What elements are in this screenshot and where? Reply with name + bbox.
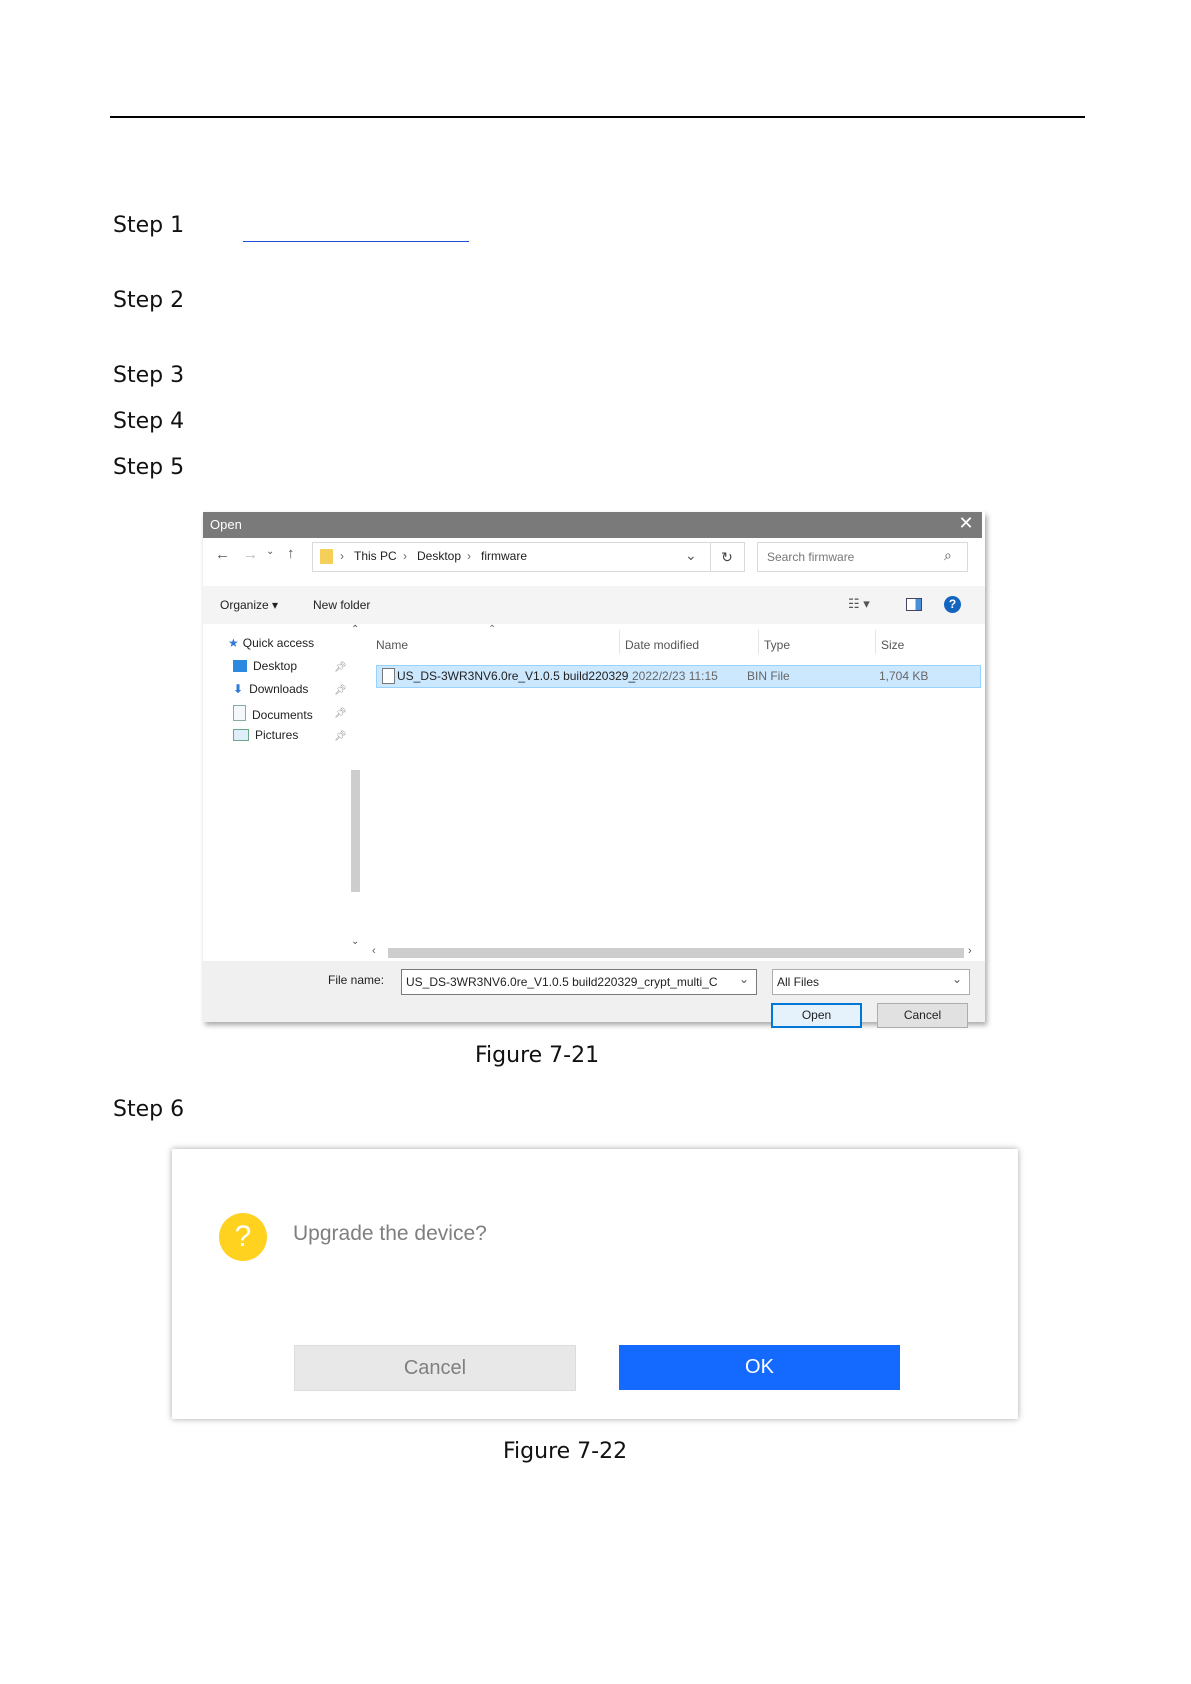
sidebar-item-documents[interactable]: Documents bbox=[233, 705, 313, 722]
column-divider[interactable] bbox=[619, 630, 620, 654]
sidebar-item-downloads[interactable]: ⬇ Downloads bbox=[233, 682, 308, 696]
search-icon[interactable]: ⌕ bbox=[944, 547, 952, 564]
folder-icon bbox=[320, 549, 333, 564]
pin-icon: 📌︎ bbox=[334, 731, 347, 742]
navigation-pane: ★ Quick access Desktop 📌︎ ⬇ Downloads 📌︎ D… bbox=[203, 624, 363, 954]
cancel-button[interactable]: Cancel bbox=[877, 1003, 968, 1028]
step-2-label: Step 2 bbox=[113, 288, 185, 313]
dialog-title: Open bbox=[210, 517, 242, 532]
breadcrumb-this-pc[interactable]: This PC bbox=[354, 549, 397, 563]
navigation-scrollbar[interactable]: ⌃ ⌄ bbox=[347, 624, 364, 954]
sidebar-item-desktop[interactable]: Desktop bbox=[233, 659, 297, 673]
dialog-footer: File name: US_DS-3WR3NV6.0re_V1.0.5 buil… bbox=[203, 961, 985, 1028]
step-3-label: Step 3 bbox=[113, 363, 185, 388]
scroll-up-icon[interactable]: ⌃ bbox=[351, 624, 359, 635]
file-row[interactable]: US_DS-3WR3NV6.0re_V1.0.5 build220329_ 20… bbox=[376, 665, 981, 688]
question-icon: ? bbox=[219, 1213, 267, 1261]
step-6-label: Step 6 bbox=[113, 1097, 185, 1122]
file-icon bbox=[382, 668, 395, 684]
search-input[interactable]: Search firmware bbox=[767, 550, 854, 564]
confirm-cancel-button[interactable]: Cancel bbox=[294, 1345, 576, 1391]
file-date-modified: 2022/2/23 11:15 bbox=[632, 669, 718, 683]
confirm-message: Upgrade the device? bbox=[293, 1222, 487, 1245]
documents-icon bbox=[233, 705, 246, 721]
column-header-size[interactable]: Size bbox=[881, 638, 904, 652]
dialog-title-bar: Open ✕ bbox=[203, 512, 982, 538]
forward-arrow-icon[interactable]: → bbox=[243, 546, 258, 563]
scrollbar-thumb[interactable] bbox=[388, 948, 964, 958]
download-icon: ⬇ bbox=[233, 682, 244, 696]
scroll-down-icon[interactable]: ⌄ bbox=[351, 936, 359, 947]
sidebar-item-quick-access[interactable]: ★ Quick access bbox=[228, 636, 314, 650]
scrollbar-thumb[interactable] bbox=[351, 770, 360, 892]
figure-7-21-caption: Figure 7-21 bbox=[475, 1043, 600, 1068]
back-arrow-icon[interactable]: ← bbox=[215, 546, 230, 563]
step-1-link-underline[interactable] bbox=[243, 241, 469, 242]
search-box[interactable]: Search firmware ⌕ bbox=[757, 542, 968, 572]
column-header-date-modified[interactable]: Date modified bbox=[625, 638, 699, 652]
help-icon[interactable]: ? bbox=[944, 596, 961, 613]
file-type-value: All Files bbox=[777, 975, 820, 989]
sort-ascending-icon: ⌃ bbox=[488, 624, 497, 635]
file-name-value: US_DS-3WR3NV6.0re_V1.0.5 build220329_cry… bbox=[406, 975, 718, 989]
command-bar: Organize ▾ New folder ☷ ▾ ? bbox=[203, 586, 985, 624]
chevron-down-icon[interactable]: ⌄ bbox=[739, 972, 749, 986]
figure-7-22-caption: Figure 7-22 bbox=[503, 1439, 628, 1464]
close-icon[interactable]: ✕ bbox=[955, 513, 977, 534]
file-type: BIN File bbox=[747, 669, 790, 683]
breadcrumb-firmware[interactable]: firmware bbox=[481, 549, 527, 563]
file-name-label: File name: bbox=[328, 973, 385, 987]
file-name: US_DS-3WR3NV6.0re_V1.0.5 build220329_ bbox=[397, 669, 636, 683]
column-header-type[interactable]: Type bbox=[764, 638, 790, 652]
breadcrumb-separator-icon: › bbox=[467, 549, 471, 563]
breadcrumb-desktop[interactable]: Desktop bbox=[417, 549, 461, 563]
recent-locations-chevron-icon[interactable]: ⌄ bbox=[266, 546, 274, 557]
column-divider[interactable] bbox=[758, 630, 759, 654]
pin-icon: 📌︎ bbox=[334, 685, 347, 696]
file-name-input[interactable]: US_DS-3WR3NV6.0re_V1.0.5 build220329_cry… bbox=[401, 969, 757, 995]
step-4-label: Step 4 bbox=[113, 409, 185, 434]
organize-menu[interactable]: Organize ▾ bbox=[220, 598, 278, 612]
new-folder-button[interactable]: New folder bbox=[313, 598, 370, 612]
step-1-label: Step 1 bbox=[113, 213, 185, 238]
desktop-icon bbox=[233, 660, 247, 672]
breadcrumb-separator-icon: › bbox=[403, 549, 407, 563]
pin-icon: 📌︎ bbox=[334, 708, 347, 719]
file-size: 1,704 KB bbox=[879, 669, 929, 683]
refresh-icon[interactable]: ↻ bbox=[710, 542, 745, 572]
scroll-left-icon[interactable]: ‹ bbox=[372, 945, 376, 957]
view-options-icon[interactable]: ☷ ▾ bbox=[848, 596, 870, 612]
scroll-right-icon[interactable]: › bbox=[968, 945, 972, 957]
column-divider[interactable] bbox=[875, 630, 876, 654]
upgrade-confirm-dialog: ? Upgrade the device? Cancel OK bbox=[172, 1149, 1018, 1419]
pictures-icon bbox=[233, 729, 249, 741]
preview-pane-icon[interactable] bbox=[906, 598, 922, 611]
open-file-dialog: Open ✕ ← → ⌄ ↑ › This PC › Desktop › fir… bbox=[203, 512, 985, 1028]
star-icon: ★ bbox=[228, 636, 239, 650]
column-header-name[interactable]: Name bbox=[376, 638, 408, 652]
chevron-down-icon[interactable]: ⌄ bbox=[952, 972, 962, 986]
file-list-horizontal-scrollbar[interactable]: ‹ › bbox=[363, 944, 985, 961]
header-rule bbox=[110, 116, 1085, 118]
sidebar-item-pictures[interactable]: Pictures bbox=[233, 728, 298, 742]
chevron-down-icon[interactable]: ⌄ bbox=[685, 547, 697, 564]
confirm-ok-button[interactable]: OK bbox=[619, 1345, 900, 1390]
file-type-select[interactable]: All Files ⌄ bbox=[772, 969, 970, 995]
pin-icon: 📌︎ bbox=[334, 662, 347, 673]
navigation-bar: ← → ⌄ ↑ › This PC › Desktop › firmware ⌄… bbox=[203, 538, 985, 586]
address-bar[interactable]: › This PC › Desktop › firmware ⌄ bbox=[312, 542, 711, 572]
breadcrumb-separator-icon: › bbox=[340, 549, 344, 563]
open-button[interactable]: Open bbox=[771, 1003, 862, 1028]
step-5-label: Step 5 bbox=[113, 455, 185, 480]
up-arrow-icon[interactable]: ↑ bbox=[287, 545, 295, 562]
